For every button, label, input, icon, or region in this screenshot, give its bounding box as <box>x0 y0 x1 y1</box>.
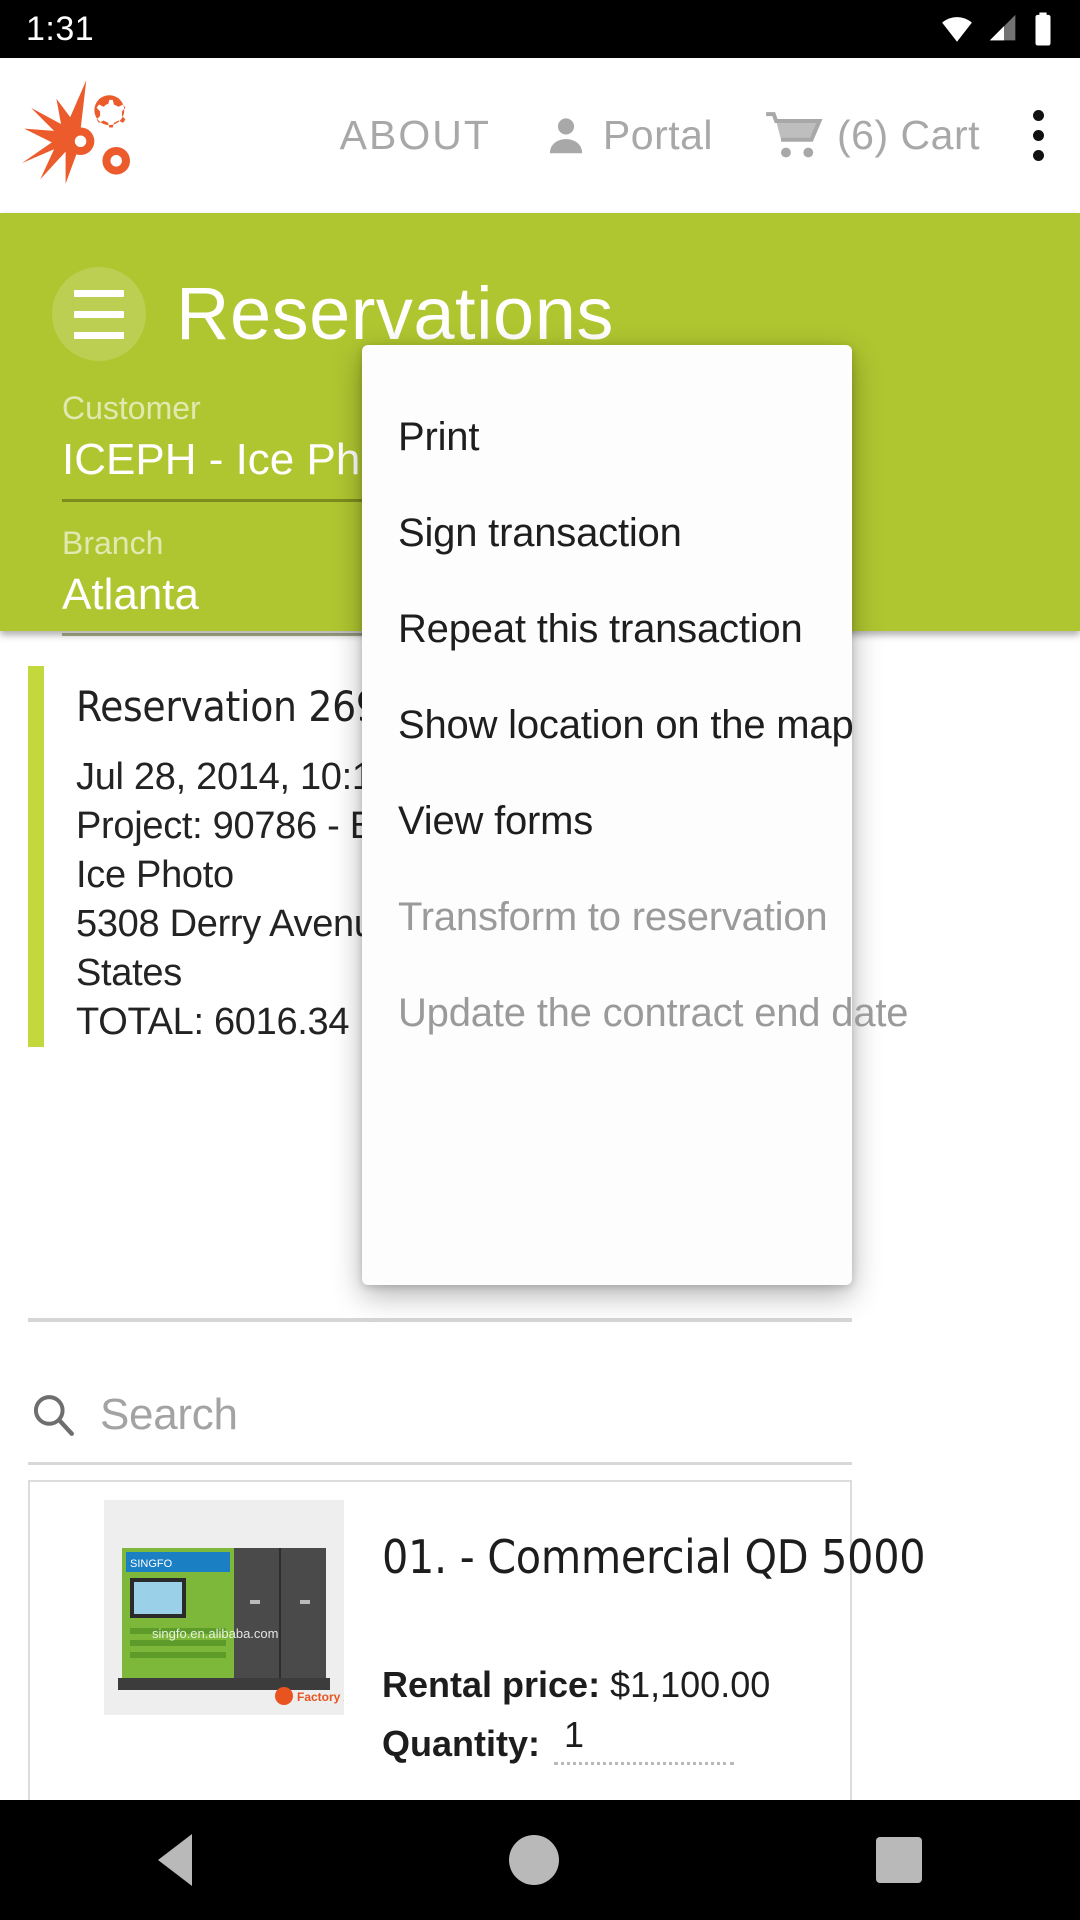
search-field[interactable]: Search <box>28 1390 852 1465</box>
app-screen: 1:31 ABOUT Portal (6) Cart Reservations … <box>0 0 1080 1920</box>
kebab-dot <box>1032 110 1044 121</box>
cart-icon <box>766 111 823 157</box>
nav-item-cart[interactable]: (6) Cart <box>739 111 1006 161</box>
quantity-input[interactable]: 1 <box>554 1714 734 1765</box>
generator-photo: SINGFO singfo.en.alibaba.com Factory <box>104 1500 344 1715</box>
rental-price-value: $1,100.00 <box>610 1664 771 1705</box>
nav-item-portal[interactable]: Portal <box>517 112 739 159</box>
battery-icon <box>1035 12 1051 46</box>
gears-burst-logo <box>21 80 130 184</box>
app-bar: ABOUT Portal (6) Cart <box>0 58 1080 213</box>
search-input[interactable]: Search <box>100 1390 238 1440</box>
menu-item-print[interactable]: Print <box>362 389 852 485</box>
status-time: 1:31 <box>26 9 95 48</box>
menu-item-view-forms[interactable]: View forms <box>362 773 852 869</box>
header-title-row: Reservations <box>0 213 1080 361</box>
svg-text:SINGFO: SINGFO <box>130 1558 173 1570</box>
nav-item-portal-label: Portal <box>602 112 714 158</box>
product-price-row: Rental price: $1,100.00 <box>382 1664 925 1706</box>
product-card[interactable]: SINGFO singfo.en.alibaba.com Factory 01.… <box>28 1480 926 1848</box>
hamburger-bar <box>74 331 124 339</box>
signal-icon <box>989 14 1016 41</box>
quantity-label: Quantity: <box>382 1723 540 1764</box>
hamburger-bar <box>74 310 124 318</box>
kebab-dot <box>1032 130 1044 141</box>
search-icon <box>33 1395 74 1436</box>
svg-text:singfo.en.alibaba.com: singfo.en.alibaba.com <box>152 1626 278 1641</box>
person-icon <box>549 117 583 153</box>
product-quantity-row: Quantity: 1 <box>382 1714 925 1765</box>
top-nav: ABOUT Portal (6) Cart <box>314 110 1080 161</box>
kebab-dot <box>1032 150 1044 161</box>
home-circle-icon[interactable] <box>508 1835 559 1885</box>
wifi-icon <box>942 17 972 42</box>
menu-item-update-contract-end-date: Update the contract end date <box>398 990 909 1035</box>
kebab-menu-icon[interactable] <box>1006 110 1070 161</box>
nav-item-about-label: ABOUT <box>339 112 491 158</box>
generator-photo-image: SINGFO singfo.en.alibaba.com Factory <box>104 1500 344 1715</box>
hamburger-bar <box>74 289 124 297</box>
menu-item-sign-transaction[interactable]: Sign transaction <box>362 485 852 581</box>
menu-item-show-location-map[interactable]: Show location on the map <box>362 677 854 773</box>
menu-item-repeat-transaction[interactable]: Repeat this transaction <box>362 581 852 677</box>
rental-price-label: Rental price: <box>382 1664 601 1705</box>
recents-square-icon[interactable] <box>875 1837 922 1883</box>
product-name: 01. - Commercial QD 5000 <box>382 1530 926 1584</box>
nav-item-cart-label: (6) Cart <box>837 112 980 158</box>
hamburger-icon[interactable] <box>52 267 146 361</box>
back-triangle-icon[interactable] <box>158 1834 193 1886</box>
nav-item-about[interactable]: ABOUT <box>314 112 517 159</box>
overflow-popup-menu: Print Sign transaction Repeat this trans… <box>362 345 909 1285</box>
reservation-accent-bar <box>28 666 44 1048</box>
android-nav-bar <box>0 1800 1080 1920</box>
section-divider <box>28 1318 852 1322</box>
status-icons <box>938 11 1054 47</box>
menu-item-transform-to-reservation: Transform to reservation <box>398 894 828 939</box>
status-bar: 1:31 <box>0 0 1080 58</box>
svg-text:Factory Audit: Factory Audit <box>297 1690 344 1704</box>
page-title: Reservations <box>176 272 614 355</box>
product-info: 01. - Commercial QD 5000 Rental price: $… <box>382 1500 926 1765</box>
